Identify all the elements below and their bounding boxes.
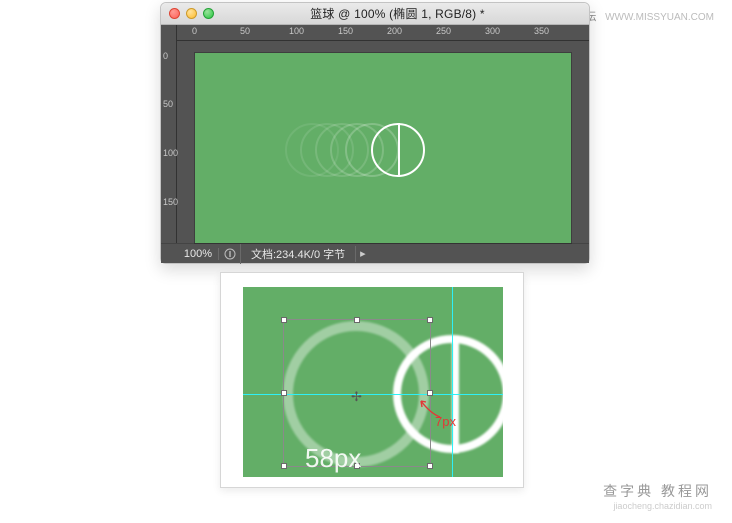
- watermark-bottom: 查字典 教程网 jiaocheng.chazidian.com: [603, 481, 712, 511]
- ellipse-divider: [398, 123, 400, 177]
- transform-anchor-icon[interactable]: ✢: [351, 389, 362, 405]
- photoshop-document-window: 篮球 @ 100% (椭圆 1, RGB/8) * 0 50 100 150 2…: [160, 2, 590, 264]
- watermark-top-url: WWW.MISSYUAN.COM: [605, 12, 714, 23]
- status-docsize[interactable]: 文档:234.4K/0 字节: [241, 246, 356, 262]
- watermark-bottom-title: 查字典 教程网: [603, 481, 712, 501]
- ruler-tick: 250: [436, 26, 451, 36]
- document-canvas[interactable]: [195, 53, 571, 243]
- transform-handle[interactable]: [427, 390, 433, 396]
- ruler-tick: 50: [163, 99, 173, 109]
- annotation-gap-label: 7px: [435, 414, 456, 429]
- status-zoom[interactable]: 100%: [161, 248, 219, 260]
- annotation-size-label: 58px: [305, 443, 361, 474]
- ruler-origin[interactable]: [161, 25, 177, 41]
- close-icon[interactable]: [169, 8, 180, 19]
- transform-handle[interactable]: [281, 463, 287, 469]
- ruler-vertical[interactable]: 0 50 100 150: [161, 41, 177, 243]
- guide-vertical[interactable]: [452, 287, 453, 477]
- ruler-tick: 150: [338, 26, 353, 36]
- ruler-tick: 350: [534, 26, 549, 36]
- transform-handle[interactable]: [281, 317, 287, 323]
- detail-panel: ✢ 7px 58px: [220, 272, 524, 488]
- zoom-icon[interactable]: [203, 8, 214, 19]
- canvas-viewport[interactable]: [177, 41, 589, 243]
- transform-handle[interactable]: [427, 463, 433, 469]
- ruler-tick: 0: [192, 26, 197, 36]
- detail-circle-divider: [452, 337, 459, 453]
- watermark-bottom-url: jiaocheng.chazidian.com: [603, 501, 712, 511]
- status-flyout-icon[interactable]: ▸: [356, 247, 372, 260]
- status-info-icon[interactable]: [219, 244, 241, 264]
- status-bar: 100% 文档:234.4K/0 字节 ▸: [161, 243, 589, 263]
- transform-handle[interactable]: [427, 317, 433, 323]
- ruler-horizontal[interactable]: 0 50 100 150 200 250 300 350: [161, 25, 589, 41]
- ruler-tick: 200: [387, 26, 402, 36]
- titlebar[interactable]: 篮球 @ 100% (椭圆 1, RGB/8) *: [161, 3, 589, 25]
- workspace: 0 50 100 150 200 250 300 350 0 50 100 15…: [161, 25, 589, 263]
- transform-handle[interactable]: [354, 317, 360, 323]
- ruler-tick: 0: [163, 51, 168, 61]
- ruler-tick: 150: [163, 197, 178, 207]
- ruler-h-ticks: 0 50 100 150 200 250 300 350: [177, 25, 589, 40]
- ruler-tick: 300: [485, 26, 500, 36]
- minimize-icon[interactable]: [186, 8, 197, 19]
- window-controls: [169, 8, 214, 19]
- transform-handle[interactable]: [281, 390, 287, 396]
- ruler-tick: 50: [240, 26, 250, 36]
- ruler-tick: 100: [289, 26, 304, 36]
- ruler-tick: 100: [163, 148, 178, 158]
- document-title: 篮球 @ 100% (椭圆 1, RGB/8) *: [214, 5, 581, 22]
- detail-canvas: ✢ 7px 58px: [243, 287, 503, 477]
